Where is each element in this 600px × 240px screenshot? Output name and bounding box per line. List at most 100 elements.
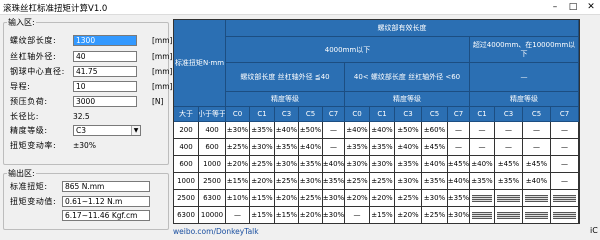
table-cell: ±25% [395, 190, 422, 207]
grade-header: 精度等级 [470, 92, 579, 107]
table-cell: ±35% [470, 173, 495, 190]
grade-col-header: C3 [275, 107, 299, 122]
table-cell: ±45% [448, 156, 470, 173]
maximize-icon[interactable]: □ [564, 1, 582, 13]
table-cell: ±30% [395, 173, 422, 190]
output-range-row-2: 6.17~11.46 Kgf.cm [10, 210, 160, 222]
table-cell: ±30% [323, 190, 345, 207]
input-field[interactable]: 1300 [73, 35, 137, 46]
table-cell: ±30% [299, 173, 323, 190]
output-legend: 输出区: [8, 169, 35, 178]
grade-col-header: C0 [226, 107, 250, 122]
table-cell: ±35% [250, 122, 275, 139]
table-cell: ±40% [275, 122, 299, 139]
table-cell: — [551, 122, 579, 139]
grade-col-header: C1 [370, 107, 395, 122]
over-4000-header: 超过4000mm、在10000mm以下 [470, 37, 579, 63]
table-cell: — [448, 122, 470, 139]
table-cell: — [551, 156, 579, 173]
table-cell: ±25% [299, 190, 323, 207]
torque-header-title: 标准扭矩 [174, 58, 203, 67]
table-cell [523, 207, 551, 224]
table-cell: 6300 [199, 190, 226, 207]
table-cell: — [551, 173, 579, 190]
grade-col-header: C5 [299, 107, 323, 122]
table-cell: — [470, 139, 495, 156]
grade-header: 精度等级 [345, 92, 470, 107]
ratio-40-60-header: 40< 螺纹部长度 丝杠轴外径 <60 [345, 63, 470, 92]
input-row: 钢球中心直径: 41.75 [mm] [10, 66, 172, 78]
weibo-link[interactable]: weibo.com/DonkeyTalk [173, 227, 259, 236]
input-row: 精度等级: C3 ▼ [10, 125, 168, 137]
table-cell: 2500 [199, 173, 226, 190]
minimize-icon[interactable]: – [546, 1, 564, 13]
input-field[interactable]: 40 [73, 51, 137, 62]
table-cell: 400 [199, 122, 226, 139]
table-cell: ±15% [275, 207, 299, 224]
table-cell: 1000 [199, 156, 226, 173]
input-label: 丝杠轴外径: [10, 52, 57, 61]
output-range-row: 扭矩变动值: 0.61~1.12 N.m [10, 196, 160, 208]
table-cell: ±30% [323, 207, 345, 224]
table-cell: ±15% [250, 190, 275, 207]
grade-select[interactable]: C3 ▼ [73, 125, 141, 136]
range-field-kgf[interactable]: 6.17~11.46 Kgf.cm [62, 210, 150, 221]
unit-label: [mm] [152, 52, 173, 61]
table-cell: ±15% [250, 207, 275, 224]
table-cell: ±35% [495, 173, 523, 190]
table-cell: — [495, 139, 523, 156]
effective-length-header: 螺纹部有效长度 [226, 20, 579, 37]
input-row: 预压负荷: 3000 [N] [10, 96, 168, 108]
table-cell: — [495, 122, 523, 139]
table-cell: ±30% [370, 156, 395, 173]
unit-label: [N] [152, 97, 164, 106]
table-cell: 600 [199, 139, 226, 156]
torque-field[interactable]: 865 N.mm [62, 181, 150, 192]
table-cell: — [345, 207, 370, 224]
grade-col-header: C1 [470, 107, 495, 122]
table-cell: ±40% [523, 173, 551, 190]
table-cell: — [551, 139, 579, 156]
grade-label: 精度等级: [10, 126, 48, 135]
table-cell: 10000 [199, 207, 226, 224]
chevron-down-icon[interactable]: ▼ [131, 126, 140, 135]
output-torque-row: 标准扭矩: 865 N.mm [10, 181, 160, 193]
torque-label: 标准扭矩: [10, 182, 48, 191]
striped-fill [497, 212, 520, 219]
input-field[interactable]: 10 [73, 81, 137, 92]
table-cell [523, 190, 551, 207]
table-cell: ±40% [470, 156, 495, 173]
torque-header: 标准扭矩 N·mm [174, 20, 226, 107]
close-icon[interactable]: ✕ [582, 1, 600, 13]
table-cell: — [523, 139, 551, 156]
grade-col-header: C7 [323, 107, 345, 122]
table-cell: ±20% [345, 190, 370, 207]
striped-fill [472, 195, 492, 202]
unit-label: [mm] [152, 36, 173, 45]
input-field[interactable]: 41.75 [73, 66, 137, 77]
table-cell [470, 207, 495, 224]
table-cell: ±15% [370, 207, 395, 224]
table-cell: ±30% [448, 207, 470, 224]
range-field-nm[interactable]: 0.61~1.12 N.m [62, 196, 150, 207]
input-label: 导程: [10, 82, 31, 91]
table-cell: ±40% [299, 139, 323, 156]
table-cell: ±40% [395, 139, 422, 156]
unit-label: [mm] [152, 67, 173, 76]
table-cell: ±20% [370, 190, 395, 207]
table-cell: — [448, 139, 470, 156]
torque-table: 标准扭矩 N·mm 螺纹部有效长度 4000mm以下 超过4000mm、在10000mm… [173, 19, 580, 224]
grade-col-header: C5 [523, 107, 551, 122]
table-cell: ±35% [345, 139, 370, 156]
table-cell: ±30% [422, 190, 448, 207]
input-field[interactable]: 3000 [73, 96, 137, 107]
ic-label: iC [590, 226, 598, 235]
input-label: 预压负荷: [10, 97, 48, 106]
table-cell: ±30% [345, 156, 370, 173]
table-cell: ±25% [250, 156, 275, 173]
input-label: 螺纹部长度: [10, 36, 57, 45]
table-cell: ±40% [448, 173, 470, 190]
input-label: 钢球中心直径: [10, 67, 65, 76]
grade-header: 精度等级 [226, 92, 345, 107]
range-label: 扭矩变动值: [10, 197, 57, 206]
